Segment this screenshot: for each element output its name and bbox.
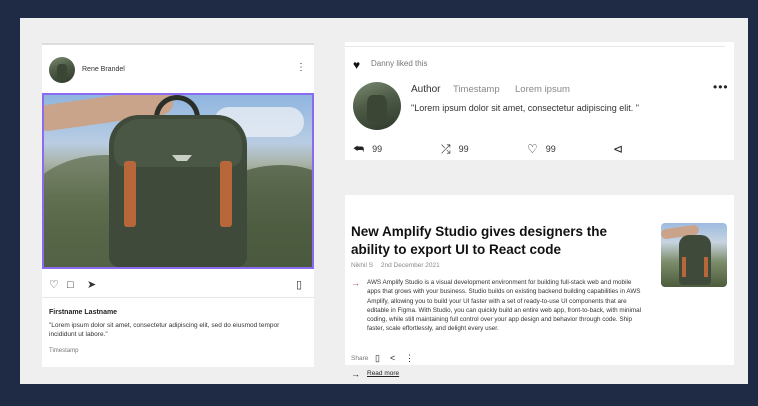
- share-label: Share: [351, 355, 369, 362]
- article-thumbnail[interactable]: [661, 223, 727, 287]
- author-name[interactable]: Author: [411, 84, 440, 95]
- backpack-strap: [682, 257, 686, 277]
- heart-filled-icon: ♥: [353, 58, 361, 72]
- divider: [345, 46, 725, 47]
- timestamp: Timestamp: [453, 84, 500, 95]
- send-icon[interactable]: ➤: [87, 280, 96, 291]
- arrow-right-icon: →: [351, 369, 360, 379]
- article-meta: Nikhil S 2nd December 2021: [351, 262, 446, 269]
- heart-outline-icon: ♡: [527, 142, 538, 156]
- reply-count: 99: [372, 144, 383, 154]
- social-card: ♥ Danny liked this Author Timestamp Lore…: [345, 42, 734, 160]
- reply-icon: ⮪: [353, 142, 365, 156]
- bookmark-icon[interactable]: ▯: [375, 353, 380, 364]
- article-title[interactable]: New Amplify Studio gives designers the a…: [351, 223, 621, 259]
- secondary-text: Lorem ipsum: [515, 84, 570, 95]
- backpack-strap: [124, 161, 136, 227]
- horizontal-dots-icon[interactable]: •••: [713, 80, 729, 94]
- liked-text: Danny liked this: [371, 59, 428, 68]
- timestamp: Timestamp: [49, 348, 79, 354]
- app-frame: Rene Brandel ⋮ ♡ □ ➤ ▯ Firstname Lastnam…: [0, 0, 758, 406]
- share-icon[interactable]: <: [390, 353, 395, 363]
- reply-stat[interactable]: ⮪ 99: [353, 142, 382, 157]
- commenter-name[interactable]: Firstname Lastname: [49, 309, 117, 316]
- backpack-strap: [220, 161, 232, 227]
- backpack-strap: [704, 257, 708, 277]
- share-stat[interactable]: ⊲: [613, 142, 631, 156]
- share-icon: ⊲: [613, 142, 624, 156]
- canvas: Rene Brandel ⋮ ♡ □ ➤ ▯ Firstname Lastnam…: [20, 18, 748, 384]
- vertical-dots-icon[interactable]: ⋮: [296, 63, 306, 73]
- article-date: 2nd December 2021: [380, 262, 440, 269]
- like-count: 99: [545, 144, 556, 154]
- bookmark-icon[interactable]: ▯: [296, 280, 302, 291]
- shuffle-icon: ⤮: [441, 142, 451, 156]
- heart-icon[interactable]: ♡: [49, 280, 59, 291]
- author-name[interactable]: Rene Brandel: [82, 66, 125, 73]
- post-header: Rene Brandel ⋮: [42, 45, 314, 93]
- post-card: Rene Brandel ⋮ ♡ □ ➤ ▯ Firstname Lastnam…: [42, 43, 314, 367]
- comment-text: "Lorem ipsum dolor sit amet, consectetur…: [49, 322, 280, 338]
- divider: [42, 297, 314, 298]
- like-stat[interactable]: ♡ 99: [527, 142, 556, 156]
- article-body: AWS Amplify Studio is a visual developme…: [367, 279, 642, 333]
- vertical-dots-icon[interactable]: ⋮: [405, 353, 414, 364]
- avatar[interactable]: [49, 57, 75, 83]
- article-card: New Amplify Studio gives designers the a…: [345, 195, 734, 379]
- arrow-right-icon: →: [351, 278, 360, 288]
- shuffle-count: 99: [458, 144, 469, 154]
- post-actions: ♡ □ ➤ ▯: [42, 275, 314, 295]
- backpack-logo: [172, 155, 192, 167]
- read-more-link[interactable]: Read more: [367, 370, 399, 377]
- comment-icon[interactable]: □: [67, 280, 74, 291]
- post-quote: "Lorem ipsum dolor sit amet, consectetur…: [411, 103, 639, 113]
- shuffle-stat[interactable]: ⤮ 99: [441, 142, 469, 157]
- post-image[interactable]: [42, 93, 314, 269]
- article-author: Nikhil S: [351, 262, 374, 269]
- avatar[interactable]: [353, 82, 401, 130]
